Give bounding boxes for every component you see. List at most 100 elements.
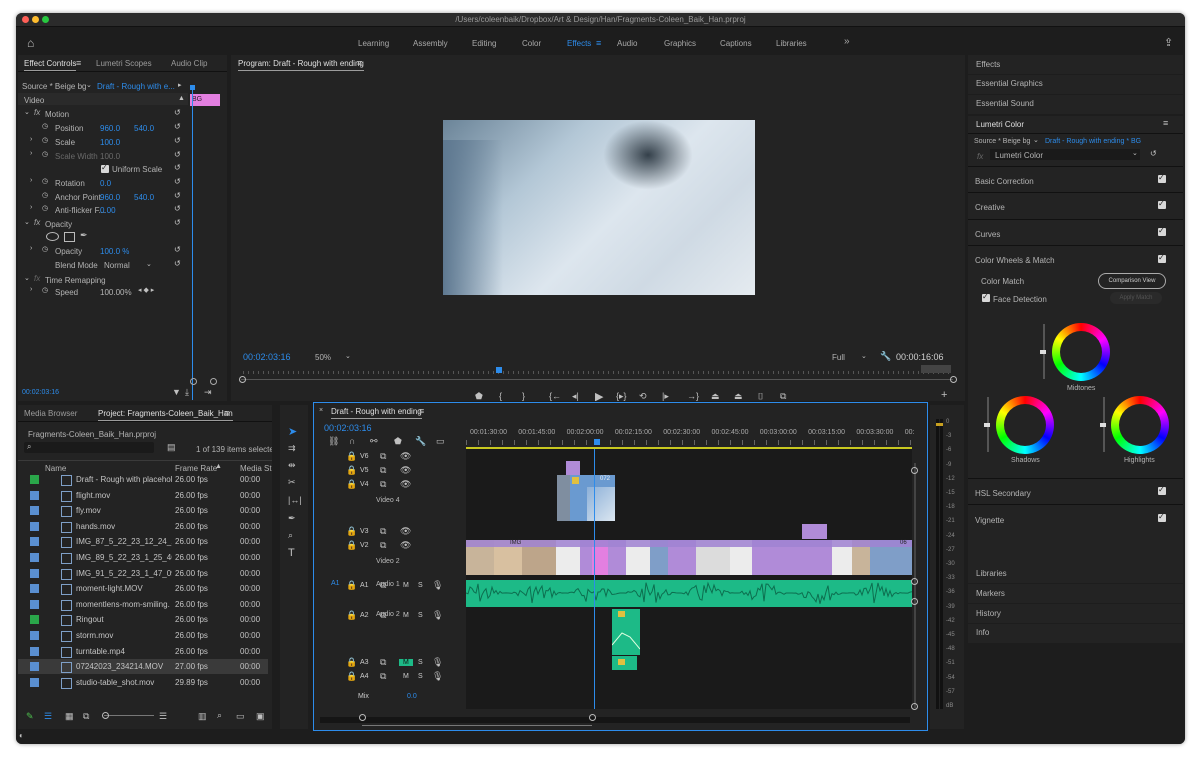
- type-tool-icon[interactable]: T: [288, 547, 295, 559]
- tab-effect-controls[interactable]: Effect Controls: [24, 59, 77, 71]
- rectangle-mask-icon[interactable]: [64, 232, 75, 242]
- reset-antiflicker-icon[interactable]: ↺: [174, 204, 181, 213]
- position-y-value[interactable]: 540.0: [134, 124, 154, 133]
- track-lock-icon[interactable]: 🔒: [346, 526, 357, 537]
- project-item-row[interactable]: fly.mov 26.00 fps 00:00: [18, 503, 268, 518]
- export-icon[interactable]: ⤓: [185, 387, 189, 398]
- motion-expand-icon[interactable]: ⌄: [24, 108, 30, 116]
- track-area[interactable]: 072 IMG 06: [466, 449, 912, 709]
- project-item-row[interactable]: 07242023_234214.MOV 27.00 fps 00:00: [18, 659, 268, 675]
- hsl-secondary-section[interactable]: HSL Secondary: [975, 489, 1031, 498]
- solo-track-button[interactable]: S: [418, 582, 423, 589]
- solo-track-button[interactable]: S: [418, 612, 423, 619]
- razor-tool-icon[interactable]: ✂: [288, 477, 296, 488]
- project-item-row[interactable]: studio-table_shot.mov 29.89 fps 00:00: [18, 675, 268, 690]
- libraries-panel-tab[interactable]: Libraries: [976, 569, 1007, 578]
- clip-v5[interactable]: [566, 461, 580, 475]
- label-color-swatch[interactable]: [30, 475, 39, 484]
- stopwatch-icon[interactable]: ◷: [42, 136, 48, 144]
- curves-section[interactable]: Curves: [975, 230, 1000, 239]
- sort-ascending-icon[interactable]: ▲: [215, 463, 222, 470]
- expand-icon[interactable]: ›: [30, 286, 32, 293]
- scroll-handle[interactable]: [911, 703, 918, 710]
- tab-lumetri-scopes[interactable]: Lumetri Scopes: [96, 59, 152, 68]
- filter-icon[interactable]: ▼: [172, 387, 181, 397]
- mix-volume-value[interactable]: 0.0: [407, 693, 417, 700]
- new-item-icon[interactable]: ▣: [256, 711, 265, 722]
- zoom-slider-handle[interactable]: [239, 376, 246, 383]
- track-sync-icon[interactable]: ⧉: [380, 479, 386, 490]
- selection-tool-icon[interactable]: ➤: [288, 425, 297, 438]
- label-color-swatch[interactable]: [30, 599, 39, 609]
- stopwatch-icon[interactable]: ◷: [42, 204, 48, 212]
- stopwatch-icon[interactable]: ◷: [42, 122, 48, 130]
- antiflicker-value[interactable]: 0.00: [100, 206, 116, 215]
- label-color-swatch[interactable]: [30, 662, 39, 672]
- timeline-playhead-handle[interactable]: [594, 439, 600, 445]
- new-bin-icon[interactable]: ▭: [236, 711, 245, 722]
- track-label[interactable]: A1: [360, 582, 369, 589]
- stopwatch-icon[interactable]: ◷: [42, 177, 48, 185]
- rotation-value[interactable]: 0.0: [100, 179, 111, 188]
- project-search-input[interactable]: [24, 442, 154, 453]
- workspace-tab-graphics[interactable]: Graphics: [664, 39, 696, 48]
- project-item-row[interactable]: Draft - Rough with placehold 26.00 fps 00:…: [18, 472, 268, 487]
- linked-selection-icon[interactable]: ⚯: [370, 436, 378, 447]
- panel-menu-icon[interactable]: ≡: [224, 408, 229, 418]
- pencil-icon[interactable]: ✎: [26, 711, 34, 722]
- hand-zoom-tool-icon[interactable]: ⌕: [288, 530, 293, 541]
- mute-track-button[interactable]: M: [399, 612, 413, 619]
- slider-handle[interactable]: [102, 712, 109, 719]
- label-color-swatch[interactable]: [30, 506, 39, 516]
- audio-clip-a3[interactable]: [612, 656, 637, 670]
- scale-value[interactable]: 100.0: [100, 138, 120, 147]
- comparison-view-icon[interactable]: ⧉: [780, 391, 786, 401]
- mute-track-button[interactable]: M: [399, 659, 413, 666]
- step-back-icon[interactable]: ◂|: [572, 391, 579, 401]
- workspace-tab-libraries[interactable]: Libraries: [776, 39, 807, 48]
- workspace-tab-color[interactable]: Color: [522, 39, 541, 48]
- chevron-down-icon[interactable]: ⌄: [146, 260, 152, 268]
- track-lock-icon[interactable]: 🔒: [346, 540, 357, 551]
- go-to-in-icon[interactable]: {←: [549, 391, 561, 401]
- settings-wrench-icon[interactable]: 🔧: [880, 351, 891, 362]
- color-wheels-section[interactable]: Color Wheels & Match: [975, 256, 1055, 265]
- tab-media-browser[interactable]: Media Browser: [24, 409, 77, 418]
- status-indicator-icon[interactable]: ◐: [19, 731, 24, 740]
- reset-uniform-icon[interactable]: ↺: [174, 163, 181, 172]
- program-monitor-title[interactable]: Program: Draft - Rough with ending: [238, 59, 364, 71]
- add-marker-icon[interactable]: ⬟: [394, 436, 402, 447]
- label-color-swatch[interactable]: [30, 537, 39, 547]
- label-color-swatch[interactable]: [30, 615, 39, 625]
- stopwatch-icon[interactable]: ◷: [42, 191, 48, 199]
- zoom-slider-handle[interactable]: [190, 378, 197, 385]
- tab-project[interactable]: Project: Fragments-Coleen_Baik_Han: [98, 409, 233, 421]
- clip-v4-a[interactable]: [557, 475, 571, 521]
- chevron-down-icon[interactable]: ⌄: [861, 352, 867, 360]
- freeform-view-icon[interactable]: ⧉: [83, 711, 89, 722]
- share-icon[interactable]: ⇪: [1164, 36, 1173, 49]
- expand-icon[interactable]: ›: [30, 245, 32, 252]
- vignette-section[interactable]: Vignette: [975, 516, 1004, 525]
- opacity-value[interactable]: 100.0 %: [100, 247, 129, 256]
- close-tab-icon[interactable]: ×: [319, 407, 323, 414]
- highlights-slider-handle[interactable]: [1100, 423, 1106, 427]
- uniform-scale-checkbox[interactable]: [101, 163, 109, 173]
- opacity-expand-icon[interactable]: ⌄: [24, 218, 30, 226]
- project-item-row[interactable]: hands.mov 26.00 fps 00:00: [18, 519, 268, 534]
- track-label[interactable]: V3: [360, 528, 369, 535]
- label-color-swatch[interactable]: [30, 521, 39, 531]
- horizontal-scrollbar[interactable]: [320, 717, 910, 723]
- workspace-tab-assembly[interactable]: Assembly: [413, 39, 448, 48]
- project-item-row[interactable]: flight.mov 26.00 fps 00:00: [18, 488, 268, 503]
- creative-checkbox[interactable]: [1158, 199, 1166, 209]
- curves-checkbox[interactable]: [1158, 226, 1166, 236]
- track-lock-icon[interactable]: 🔒: [346, 657, 357, 668]
- color-wheels-checkbox[interactable]: [1158, 253, 1166, 263]
- toggle-track-output-icon[interactable]: 👁: [400, 479, 411, 490]
- reset-opacity-icon[interactable]: ↺: [174, 245, 181, 254]
- track-sync-icon[interactable]: ⧉: [380, 671, 386, 682]
- slip-tool-icon[interactable]: |↔|: [288, 495, 302, 505]
- track-label[interactable]: A3: [360, 659, 369, 666]
- zoom-handle-left[interactable]: [359, 714, 366, 721]
